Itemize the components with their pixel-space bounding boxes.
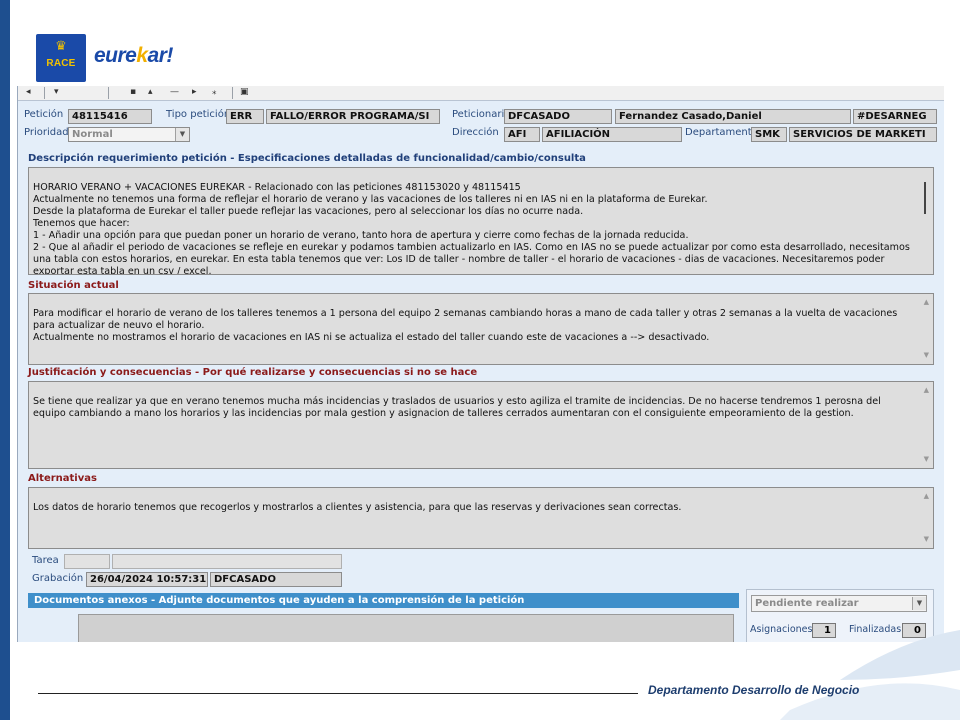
peticionario-label: Peticionario — [452, 109, 511, 120]
alternativas-text: Los datos de horario tenemos que recoger… — [33, 502, 682, 513]
scroll-down-icon[interactable]: ▼ — [924, 349, 929, 361]
refresh-icon[interactable]: — — [170, 88, 182, 97]
alternativas-textarea[interactable]: Los datos de horario tenemos que recoger… — [28, 487, 934, 549]
peticionario-group-field[interactable]: #DESARNEG — [853, 109, 937, 124]
direccion-desc-field[interactable]: AFILIACIÓN — [542, 127, 682, 142]
toolbar: ◂ ▾ ▪ ▴ — ▸ ⁎ ▣ — [18, 86, 944, 101]
attach-icon[interactable]: ▴ — [148, 88, 160, 97]
toolbar-separator — [108, 87, 109, 99]
documentos-list[interactable] — [78, 614, 734, 642]
descripcion-text: HORARIO VERANO + VACACIONES EUREKAR - Re… — [33, 182, 910, 275]
situacion-scrollbar[interactable]: ▲ ▼ — [917, 294, 933, 364]
situacion-title: Situación actual — [28, 280, 119, 291]
justificacion-title: Justificación y consecuencias - Por qué … — [28, 367, 478, 378]
alternativas-title: Alternativas — [28, 473, 97, 484]
footer-divider — [38, 693, 638, 694]
request-form-window: ◂ ▾ ▪ ▴ — ▸ ⁎ ▣ Petición 48115416 Tipo p… — [17, 86, 944, 642]
toolbar-separator — [232, 87, 233, 99]
chevron-down-icon[interactable]: ▼ — [912, 597, 926, 610]
tipo-desc-field[interactable]: FALLO/ERROR PROGRAMA/SI — [266, 109, 440, 124]
scroll-up-icon[interactable]: ▲ — [924, 384, 929, 396]
grabacion-label: Grabación — [32, 573, 84, 584]
justificacion-scrollbar[interactable]: ▲ ▼ — [917, 382, 933, 468]
race-logo-text: RACE — [46, 58, 76, 69]
prioridad-value: Normal — [72, 129, 113, 140]
crown-icon: ♛ — [55, 39, 67, 54]
brand-prefix: eure — [94, 44, 137, 67]
grabacion-user-field: DFCASADO — [210, 572, 342, 587]
save-icon[interactable]: ▾ — [54, 88, 66, 97]
background-swoosh — [780, 630, 960, 720]
departamento-label: Departamento — [685, 127, 758, 138]
footer-department: Departamento Desarrollo de Negocio — [648, 683, 860, 697]
estado-value: Pendiente realizar — [755, 598, 859, 609]
eurekar-logo: eurekar! — [94, 44, 173, 68]
help-icon[interactable]: ▣ — [240, 88, 252, 97]
scroll-down-icon[interactable]: ▼ — [924, 453, 929, 465]
peticion-label: Petición — [24, 109, 64, 120]
peticion-field[interactable]: 48115416 — [68, 109, 152, 124]
prioridad-select[interactable]: Normal ▼ — [68, 127, 190, 142]
justificacion-textarea[interactable]: Se tiene que realizar ya que en verano t… — [28, 381, 934, 469]
descripcion-scrollbar[interactable] — [917, 168, 933, 274]
brand-suffix: ar! — [147, 44, 174, 67]
chevron-down-icon[interactable]: ▼ — [175, 128, 189, 141]
scroll-down-icon[interactable]: ▼ — [924, 533, 929, 545]
alternativas-scrollbar[interactable]: ▲ ▼ — [917, 488, 933, 548]
descripcion-textarea[interactable]: HORARIO VERANO + VACACIONES EUREKAR - Re… — [28, 167, 934, 275]
documentos-header: Documentos anexos - Adjunte documentos q… — [28, 593, 739, 608]
tarea-label: Tarea — [32, 555, 59, 566]
departamento-code-field[interactable]: SMK — [751, 127, 787, 142]
scroll-up-icon[interactable]: ▲ — [924, 490, 929, 502]
left-accent-bar — [0, 0, 10, 720]
tarea-code-field[interactable] — [64, 554, 110, 569]
direccion-label: Dirección — [452, 127, 499, 138]
descripcion-title: Descripción requerimiento petición - Esp… — [28, 153, 586, 164]
departamento-desc-field[interactable]: SERVICIOS DE MARKETI — [789, 127, 937, 142]
back-icon[interactable]: ◂ — [26, 88, 38, 97]
peticionario-name-field[interactable]: Fernandez Casado,Daniel — [615, 109, 851, 124]
cut-icon[interactable]: ▸ — [192, 88, 204, 97]
brand-accent: k — [136, 44, 148, 67]
justificacion-text: Se tiene que realizar ya que en verano t… — [33, 396, 881, 419]
copy-icon[interactable]: ⁎ — [212, 88, 224, 97]
prioridad-label: Prioridad — [24, 127, 69, 138]
grabacion-datetime-field: 26/04/2024 10:57:31 — [86, 572, 208, 587]
tarea-desc-field[interactable] — [112, 554, 342, 569]
situacion-text: Para modificar el horario de verano de l… — [33, 308, 898, 343]
tipo-peticion-label: Tipo petición — [166, 109, 231, 120]
scroll-up-icon[interactable]: ▲ — [924, 296, 929, 308]
scroll-thumb[interactable] — [924, 182, 926, 214]
toolbar-separator — [44, 87, 45, 99]
tipo-code-field[interactable]: ERR — [226, 109, 264, 124]
direccion-code-field[interactable]: AFI — [504, 127, 540, 142]
peticionario-code-field[interactable]: DFCASADO — [504, 109, 612, 124]
situacion-textarea[interactable]: Para modificar el horario de verano de l… — [28, 293, 934, 365]
race-logo: ♛ RACE — [36, 34, 86, 82]
print-icon[interactable]: ▪ — [130, 88, 142, 97]
